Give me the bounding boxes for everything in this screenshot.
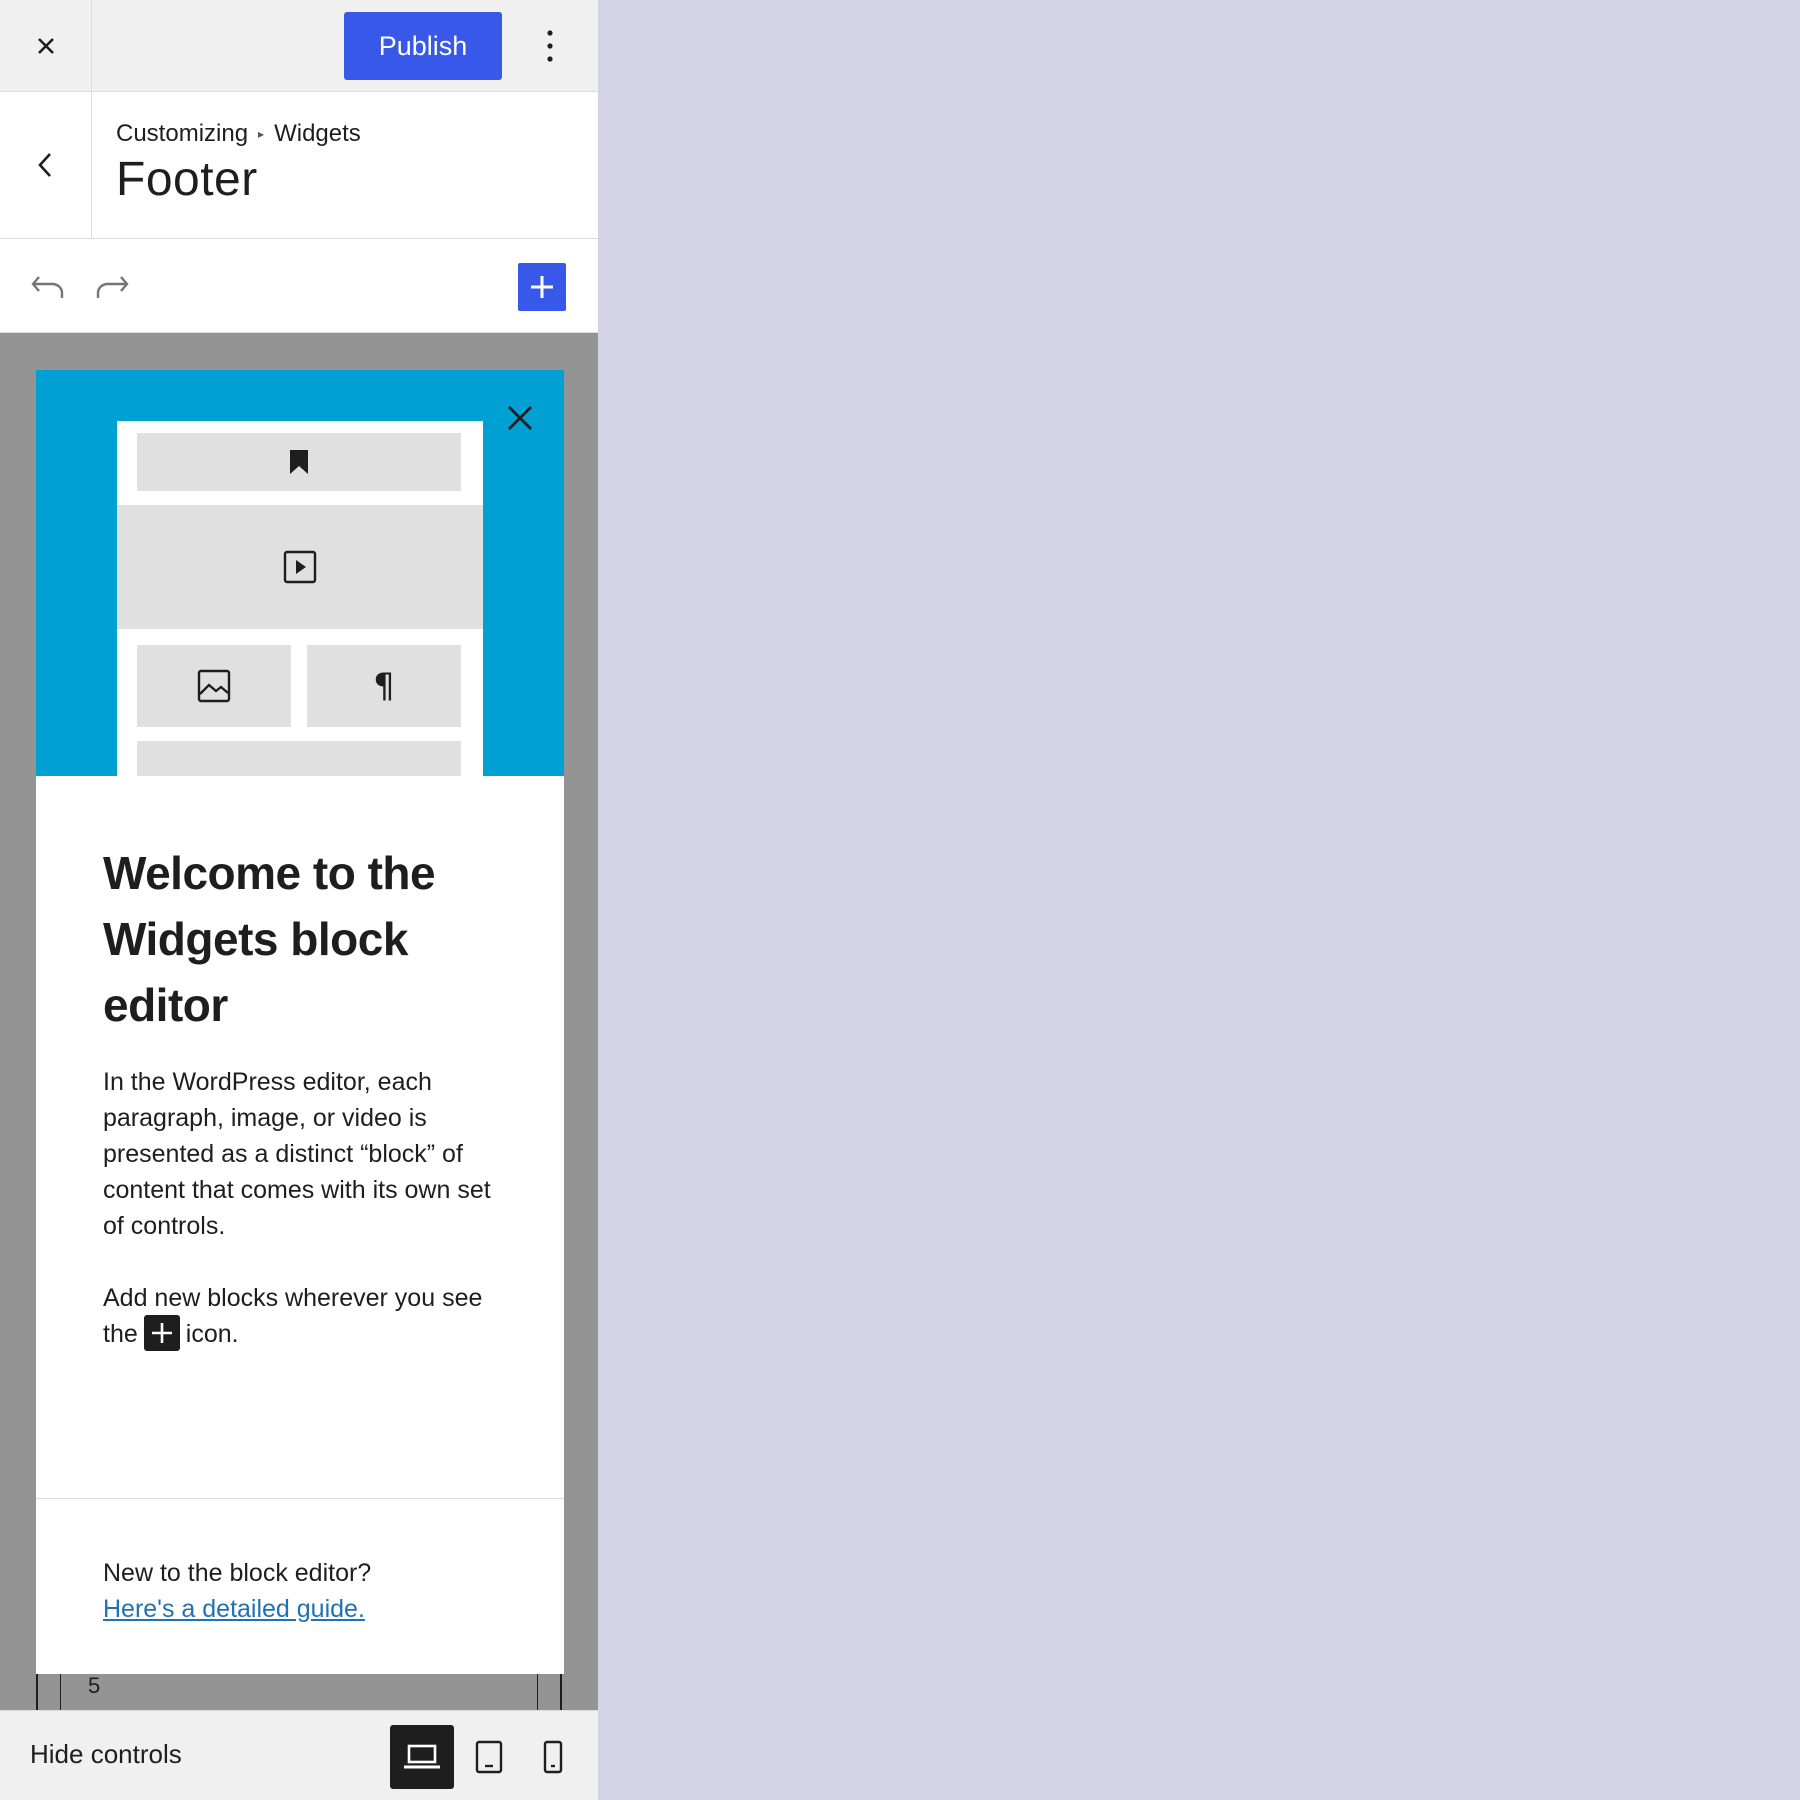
chevron-left-icon bbox=[37, 153, 51, 177]
customizer-top-bar: Publish bbox=[0, 0, 598, 92]
close-icon bbox=[508, 406, 532, 430]
redo-button[interactable] bbox=[90, 265, 134, 309]
background-block-number: 5 bbox=[88, 1673, 101, 1698]
more-vertical-icon bbox=[547, 30, 553, 62]
site-preview-area bbox=[599, 0, 1800, 1800]
close-icon bbox=[37, 37, 54, 54]
undo-button[interactable] bbox=[26, 265, 70, 309]
tablet-icon bbox=[475, 1740, 503, 1774]
illustration-block-empty bbox=[137, 741, 461, 776]
section-title: Footer bbox=[116, 153, 258, 206]
desktop-icon bbox=[404, 1744, 440, 1769]
illustration-block-paragraph: ¶ bbox=[307, 645, 461, 727]
guide-footer: New to the block editor? Here's a detail… bbox=[36, 1498, 564, 1674]
device-mobile-button[interactable] bbox=[530, 1725, 576, 1789]
hide-controls-button[interactable]: Hide controls bbox=[30, 1739, 182, 1770]
breadcrumb: Customizing ▸ Widgets bbox=[116, 120, 361, 148]
illustration-block-video bbox=[117, 505, 483, 629]
redo-icon bbox=[96, 276, 129, 298]
device-tablet-button[interactable] bbox=[466, 1725, 512, 1789]
guide-illustration: ¶ bbox=[36, 370, 564, 776]
illustration-page: ¶ bbox=[117, 421, 483, 776]
guide-footer-question: New to the block editor? bbox=[103, 1559, 372, 1587]
breadcrumb-item-customizing: Customizing bbox=[116, 120, 249, 147]
guide-paragraph-add-blocks: Add new blocks wherever you see the icon. bbox=[103, 1280, 503, 1352]
guide-footer-text: New to the block editor? Here's a detail… bbox=[103, 1555, 371, 1627]
plus-icon bbox=[531, 276, 553, 298]
inline-plus-icon bbox=[143, 1315, 180, 1352]
illustration-block-bookmark bbox=[137, 433, 461, 491]
breadcrumb-item-widgets: Widgets bbox=[274, 120, 361, 147]
mobile-icon bbox=[543, 1740, 563, 1774]
close-guide-button[interactable] bbox=[498, 396, 542, 440]
back-button[interactable] bbox=[0, 92, 92, 238]
more-options-button[interactable] bbox=[530, 22, 570, 70]
publish-button[interactable]: Publish bbox=[344, 12, 502, 80]
undo-icon bbox=[31, 276, 64, 298]
section-header: Customizing ▸ Widgets Footer bbox=[0, 92, 598, 239]
guide-heading: Welcome to the Widgets block editor bbox=[103, 847, 436, 1031]
image-icon bbox=[197, 669, 231, 703]
paragraph-icon: ¶ bbox=[373, 666, 395, 706]
guide-paragraph-add-blocks-end: icon. bbox=[185, 1320, 239, 1348]
breadcrumb-separator: ▸ bbox=[258, 127, 265, 141]
device-desktop-button[interactable] bbox=[390, 1725, 454, 1789]
guide-paragraph-intro: In the WordPress editor, each paragraph,… bbox=[103, 1068, 491, 1240]
close-customizer-button[interactable] bbox=[0, 0, 92, 91]
detailed-guide-link[interactable]: Here's a detailed guide. bbox=[103, 1595, 365, 1623]
editor-toolbar bbox=[0, 239, 598, 333]
customizer-footer-bar: Hide controls bbox=[0, 1710, 598, 1800]
bookmark-icon bbox=[290, 450, 308, 474]
video-icon bbox=[283, 550, 317, 584]
customizer-sidebar: Publish Customizing ▸ Widgets Footer 5 ¶… bbox=[0, 0, 598, 1800]
illustration-block-image bbox=[137, 645, 291, 727]
welcome-guide-dialog: ¶ Welcome to the Widgets block editor In… bbox=[36, 370, 564, 1674]
block-inserter-button[interactable] bbox=[518, 263, 566, 311]
